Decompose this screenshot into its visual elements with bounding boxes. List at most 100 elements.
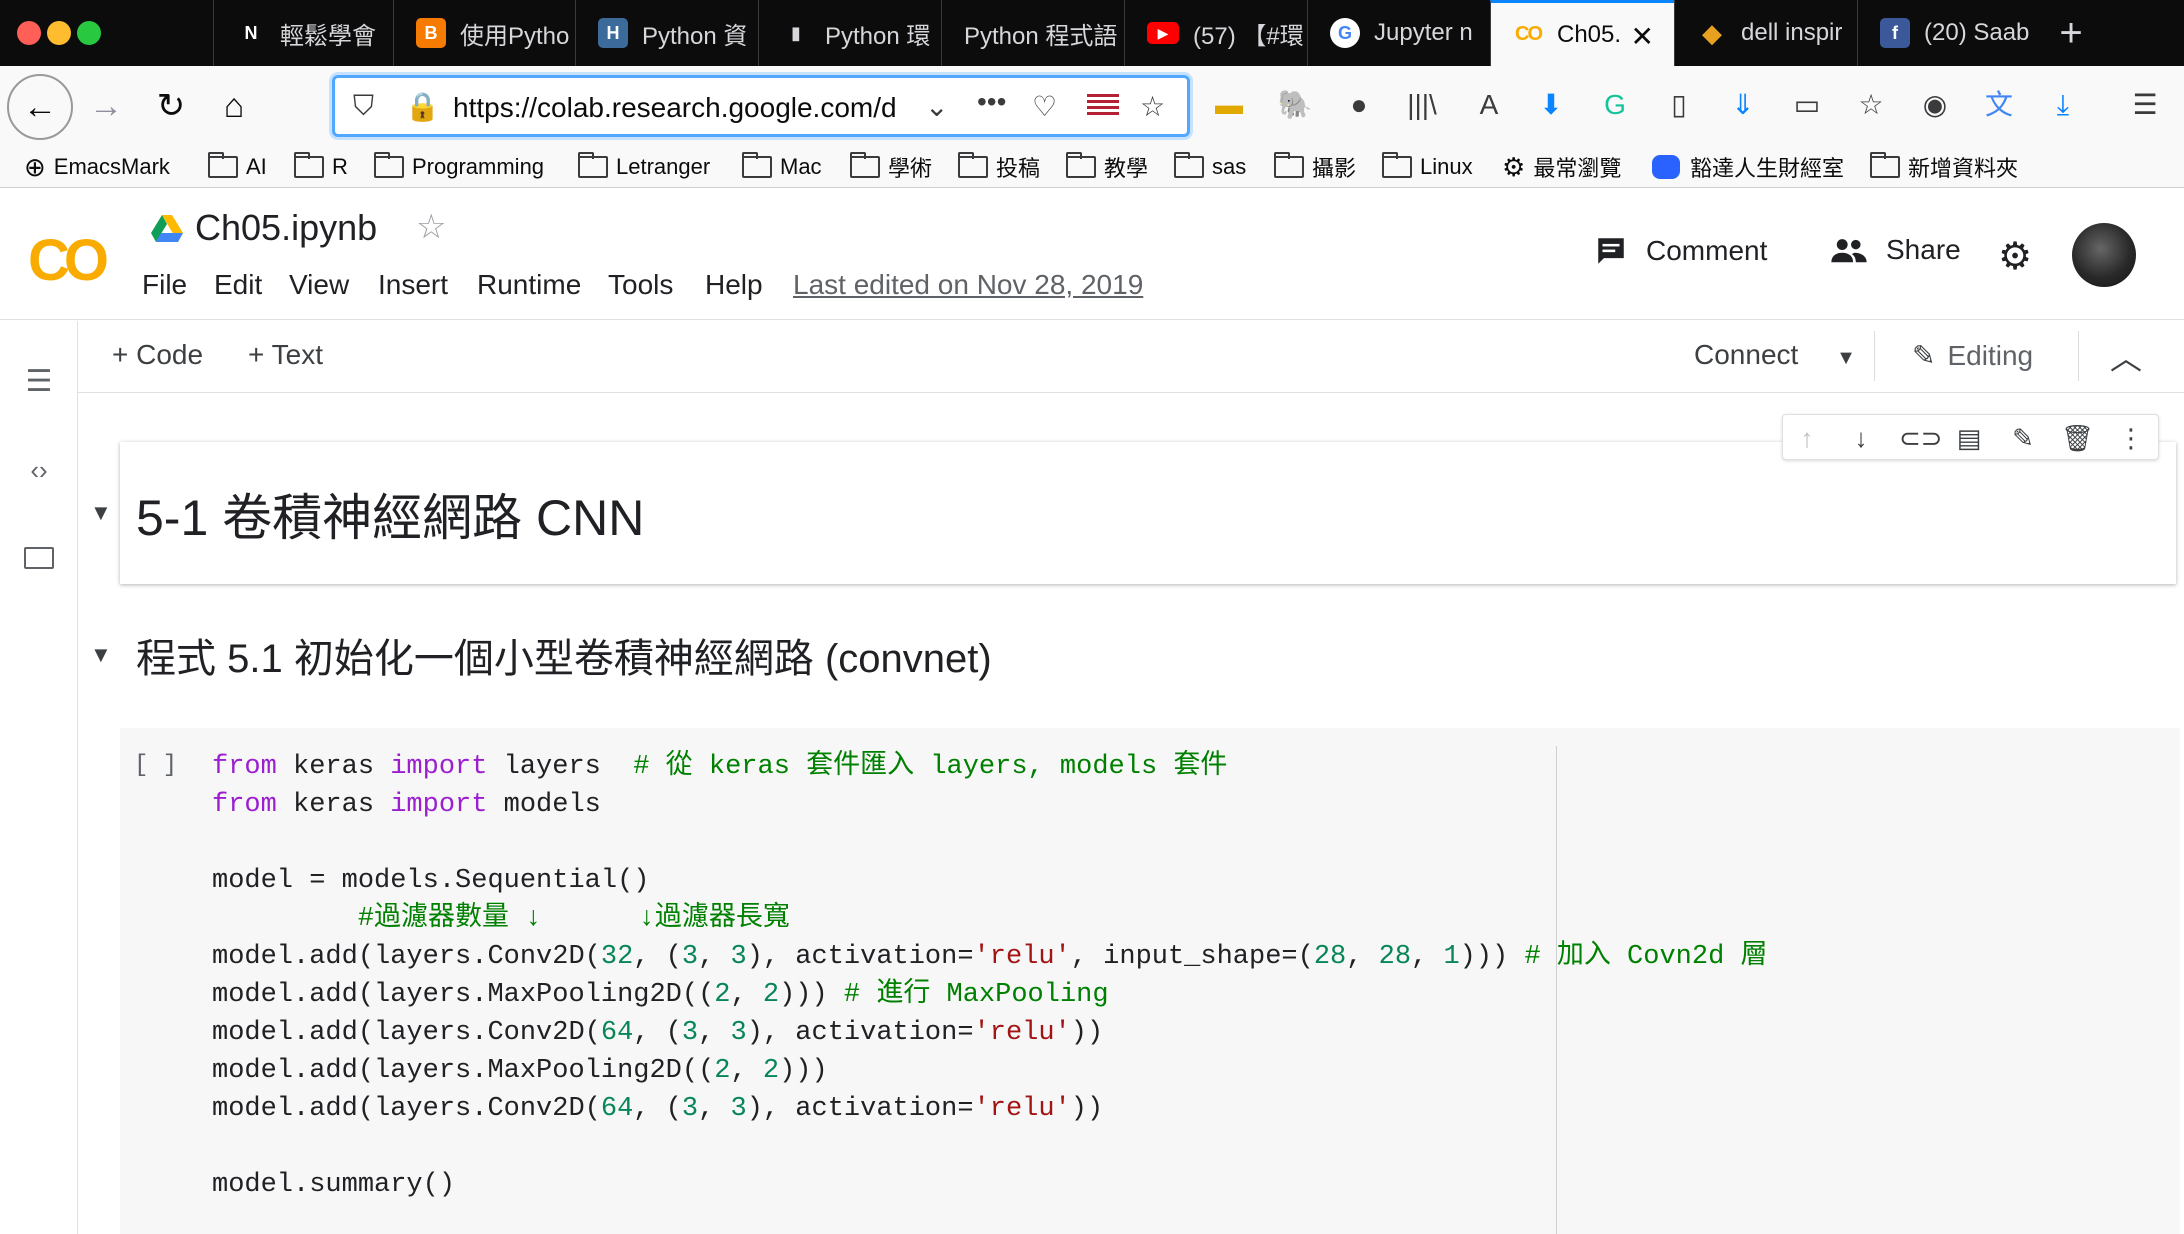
files-folder-icon[interactable] (20, 541, 58, 579)
evernote-icon[interactable]: 🐘 (1276, 86, 1314, 124)
ruler-icon[interactable]: ▬ (1210, 86, 1248, 124)
maximize-window-button[interactable] (77, 21, 101, 45)
browser-tab[interactable]: N 輕鬆學會 (213, 0, 393, 66)
browser-tab[interactable]: ▶ (57) 【#環 (1124, 0, 1307, 66)
home-button[interactable]: ⌂ (208, 80, 260, 132)
forward-button[interactable]: → (80, 80, 132, 132)
bookmark-folder[interactable]: R (294, 146, 348, 188)
code-snippets-icon[interactable]: ‹› (20, 451, 58, 489)
bookmark-star-icon[interactable]: ☆ (1140, 90, 1165, 123)
link-icon[interactable]: ⊂⊃ (1899, 422, 1943, 454)
bookmark-folder[interactable]: Programming (374, 146, 544, 188)
code-editor[interactable]: from keras import layers # 從 keras 套件匯入 … (212, 748, 1767, 1204)
browser-tab[interactable]: ▮ Python 環 (758, 0, 941, 66)
notebook-title[interactable]: Ch05.ipynb (195, 207, 377, 249)
move-cell-down-icon[interactable]: ↓ (1845, 422, 1877, 454)
run-cell-button[interactable]: [ ] (134, 752, 177, 779)
browser-tab-active[interactable]: CO Ch05. ✕ (1490, 0, 1674, 66)
last-edited-link[interactable]: Last edited on Nov 28, 2019 (793, 269, 1143, 301)
menu-tools[interactable]: Tools (608, 269, 673, 301)
code-line: #過濾器數量 ↓ ↓過濾器長寬 (212, 904, 790, 934)
delete-trash-icon[interactable]: 🗑 (2061, 422, 2094, 454)
share-button[interactable]: Share (1830, 234, 1961, 266)
download-arrow-icon[interactable]: ⤓ (2044, 86, 2082, 124)
hamburger-menu-icon[interactable]: ☰ (2126, 86, 2164, 124)
colab-logo[interactable]: CO (28, 227, 109, 294)
browser-tab[interactable]: f (20) Saab (1857, 0, 2040, 66)
subsection-heading: 程式 5.1 初始化一個小型卷積神經網路 (convnet) (136, 637, 992, 681)
browser-tab[interactable]: H Python 資 (575, 0, 758, 66)
more-actions-icon[interactable]: ••• (977, 86, 1006, 118)
google-translate-icon[interactable]: 文 (1980, 86, 2018, 124)
new-tab-button[interactable]: + (2046, 8, 2096, 58)
bookmark-folder[interactable]: 攝影 (1274, 146, 1356, 188)
code-cell[interactable]: [ ] from keras import layers # 從 keras 套… (120, 728, 2180, 1234)
back-button[interactable]: ← (7, 74, 73, 140)
table-of-contents-icon[interactable]: ☰ (20, 363, 58, 401)
menu-help[interactable]: Help (705, 269, 763, 301)
settings-gear-icon[interactable]: ⚙ (1998, 234, 2032, 279)
download-icon[interactable]: ⬇ (1532, 86, 1570, 124)
bookmark-folder[interactable]: 教學 (1066, 146, 1148, 188)
minimize-window-button[interactable] (47, 21, 71, 45)
bookmark-folder[interactable]: 投稿 (958, 146, 1040, 188)
bookmark-item[interactable]: ⊕ EmacsMark (24, 146, 170, 188)
pocket-icon[interactable]: ♡ (1032, 90, 1057, 123)
comment-button[interactable]: Comment (1594, 234, 1767, 268)
close-tab-icon[interactable]: ✕ (1631, 20, 1654, 53)
connect-button[interactable]: Connect ▼ (1694, 339, 1856, 371)
edit-pencil-icon[interactable]: ✎ (2007, 422, 2039, 454)
address-bar[interactable]: ⛉ 🔒 https://colab.research.google.com/d … (332, 75, 1190, 137)
more-vert-icon[interactable]: ⋮ (2115, 422, 2147, 454)
bookmark-folder[interactable]: 新增資料夾 (1870, 146, 2018, 188)
browser-navbar: ← → ↻ ⌂ ⛉ 🔒 https://colab.research.googl… (0, 66, 2184, 146)
translate-ext-icon[interactable]: A (1470, 86, 1508, 124)
close-window-button[interactable] (17, 21, 41, 45)
avatar[interactable] (2072, 223, 2136, 287)
url-text[interactable]: https://colab.research.google.com/d (453, 92, 923, 124)
browser-tab[interactable]: ◆ dell inspir (1674, 0, 1857, 66)
browser-tab[interactable]: G Jupyter n (1307, 0, 1490, 66)
color-picker-icon[interactable]: ● (1340, 86, 1378, 124)
grammarly-icon[interactable]: G (1596, 86, 1634, 124)
google-drive-icon[interactable] (151, 215, 183, 243)
bookmarks-star-icon[interactable]: ☆ (1852, 86, 1890, 124)
bookmark-folder[interactable]: Linux (1382, 146, 1473, 188)
editing-mode-button[interactable]: ✎ Editing (1912, 339, 2033, 372)
bookmark-folder[interactable]: sas (1174, 146, 1246, 188)
shield-icon[interactable]: ⛉ (353, 90, 374, 123)
menu-file[interactable]: File (142, 269, 187, 301)
screenshot-icon[interactable]: ▭ (1788, 86, 1826, 124)
add-text-cell-button[interactable]: + Text (248, 339, 323, 371)
comment-cell-icon[interactable]: ▤ (1953, 422, 1985, 454)
bookmark-folder[interactable]: 學術 (850, 146, 932, 188)
library-icon[interactable]: |||\ (1403, 86, 1441, 124)
browser-tab[interactable]: B 使用Pytho (393, 0, 575, 66)
bookmark-item[interactable]: 豁達人生財經室 (1652, 146, 1844, 188)
section-collapse-arrow-icon[interactable]: ▼ (90, 500, 112, 526)
save-download-icon[interactable]: ⇓ (1724, 86, 1762, 124)
collapse-header-chevron-icon[interactable]: ︿ (2110, 333, 2142, 379)
account-icon[interactable]: ◉ (1916, 86, 1954, 124)
subsection-collapse-arrow-icon[interactable]: ▼ (90, 642, 112, 668)
us-flag-icon[interactable] (1087, 94, 1119, 118)
menu-edit[interactable]: Edit (214, 269, 262, 301)
add-code-cell-button[interactable]: + Code (112, 339, 203, 371)
people-icon (1831, 239, 1867, 263)
lock-icon[interactable]: 🔒 (405, 90, 440, 123)
menu-runtime[interactable]: Runtime (477, 269, 581, 301)
menu-insert[interactable]: Insert (378, 269, 448, 301)
bookmark-folder[interactable]: AI (208, 146, 267, 188)
star-icon[interactable]: ☆ (416, 207, 446, 247)
chevron-down-icon[interactable]: ⌄ (925, 90, 948, 123)
move-cell-up-icon[interactable]: ↑ (1791, 422, 1823, 454)
menu-view[interactable]: View (289, 269, 349, 301)
dropdown-caret-icon[interactable]: ▼ (1836, 347, 1856, 369)
bookmark-item[interactable]: ⚙ 最常瀏覽 (1502, 146, 1621, 188)
bookmark-folder[interactable]: Letranger (578, 146, 710, 188)
browser-tab[interactable]: Python 程式語 (941, 0, 1124, 66)
reload-button[interactable]: ↻ (145, 80, 197, 132)
reader-view-icon[interactable]: ▯ (1660, 86, 1698, 124)
bookmark-folder[interactable]: Mac (742, 146, 822, 188)
text-cell-heading[interactable]: 5-1 卷積神經網路 CNN (120, 442, 2176, 584)
